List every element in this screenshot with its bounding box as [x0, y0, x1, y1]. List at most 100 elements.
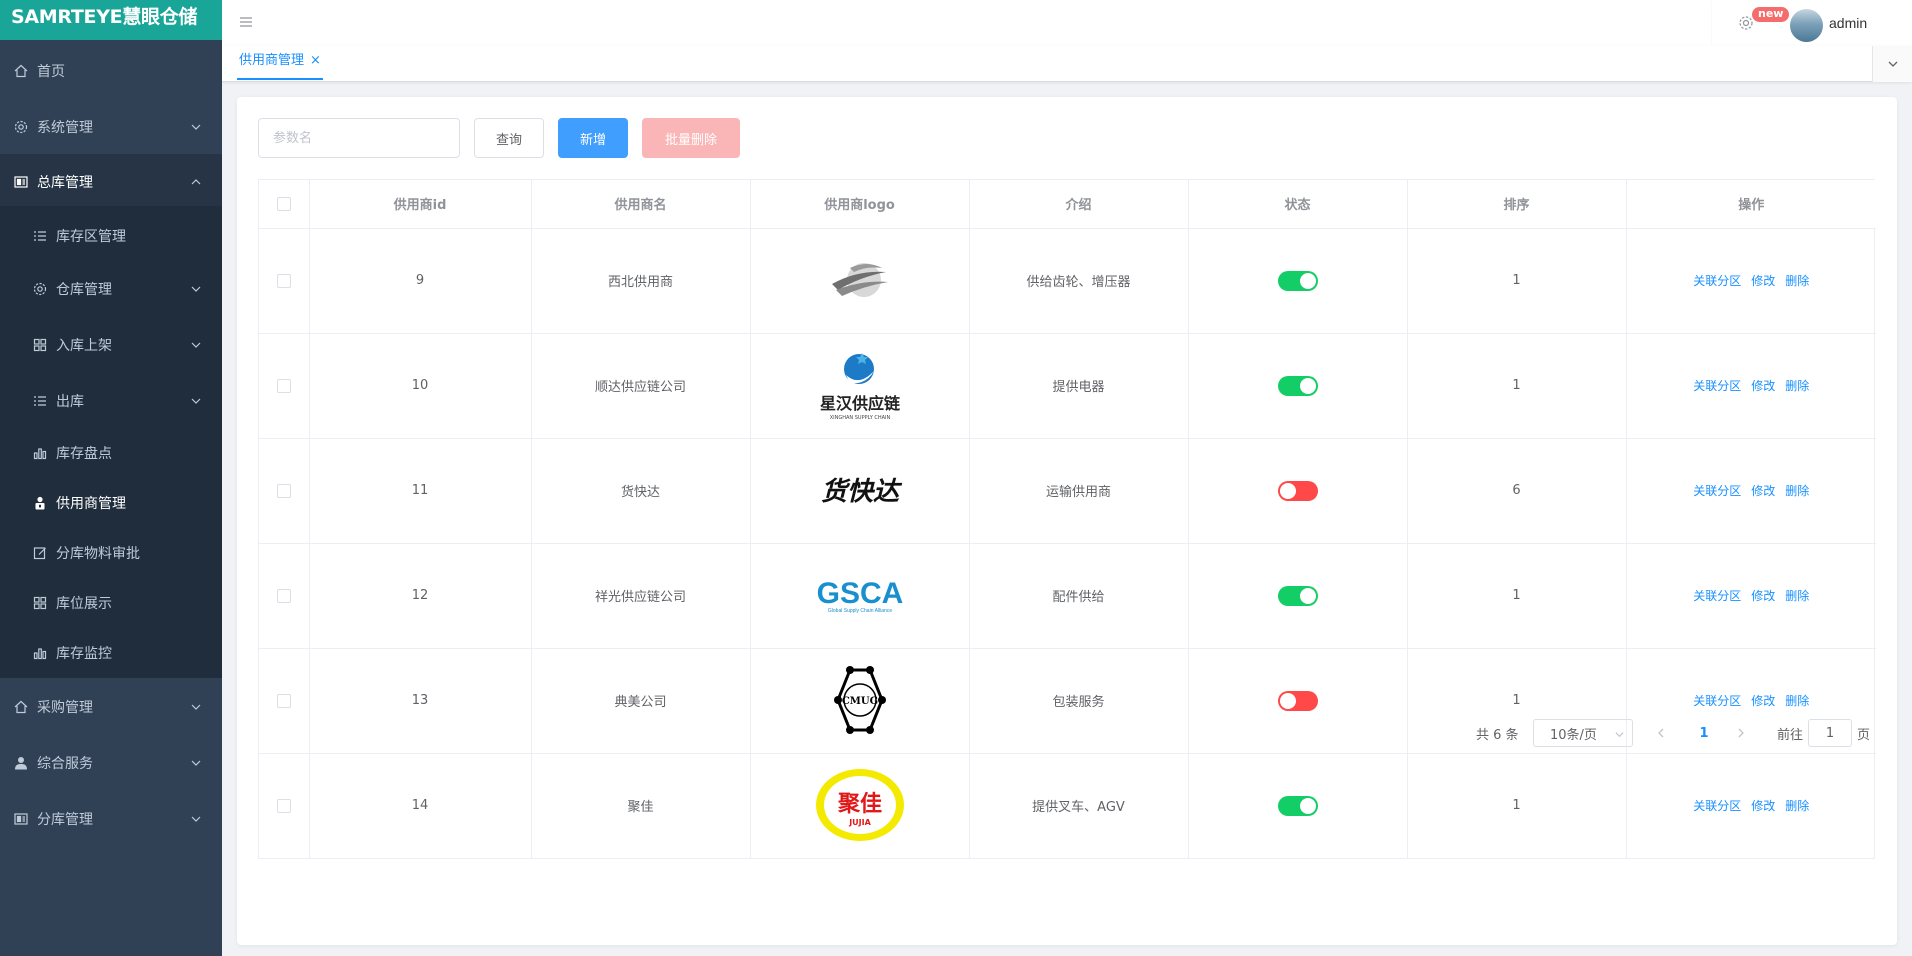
sidebar-item-inventory-check[interactable]: 库存盘点: [0, 428, 222, 478]
sidebar-item-material-approval[interactable]: 分库物料审批: [0, 528, 222, 578]
tab-supplier[interactable]: 供用商管理 ×: [237, 46, 323, 80]
column-header[interactable]: 排序: [1407, 180, 1627, 229]
row-checkbox[interactable]: [276, 693, 291, 708]
delete-link[interactable]: 删除: [1785, 274, 1809, 288]
batch-delete-button[interactable]: 批量删除: [642, 118, 740, 158]
row-checkbox[interactable]: [276, 588, 291, 603]
avatar[interactable]: [1790, 9, 1823, 42]
next-page-button[interactable]: [1729, 719, 1753, 747]
delete-link[interactable]: 删除: [1785, 484, 1809, 498]
sidebar-item-label: 库存区管理: [56, 229, 126, 245]
row-checkbox[interactable]: [276, 378, 291, 393]
select-all-checkbox[interactable]: [276, 196, 291, 211]
sidebar-item-inbound[interactable]: 入库上架: [0, 320, 222, 370]
chevron-down-icon: [191, 124, 201, 130]
column-header[interactable]: 供用商id: [309, 180, 532, 229]
supplier-sort: 6: [1407, 438, 1627, 544]
sidebar-item-stock-area[interactable]: 库存区管理: [0, 211, 222, 261]
edit-link[interactable]: 修改: [1751, 379, 1775, 393]
user-icon: [13, 755, 29, 771]
delete-link[interactable]: 删除: [1785, 379, 1809, 393]
page-number-current[interactable]: 1: [1689, 719, 1719, 747]
column-header[interactable]: 供用商名: [531, 180, 751, 229]
row-checkbox[interactable]: [276, 483, 291, 498]
query-button[interactable]: 查询: [474, 118, 544, 158]
table-row: 11 货快达 货快达 运输供用商 6 关联分区 修改 删除: [259, 438, 1876, 544]
status-switch-off[interactable]: [1277, 690, 1318, 711]
edit-link[interactable]: 修改: [1751, 484, 1775, 498]
chevron-down-icon: [191, 704, 201, 710]
prev-page-button[interactable]: [1649, 719, 1673, 747]
status-switch-on[interactable]: [1277, 795, 1318, 816]
select-all-cell: [259, 180, 310, 229]
username[interactable]: admin: [1829, 15, 1867, 31]
hamburger-icon[interactable]: [238, 14, 254, 30]
sidebar-item-label: 出库: [56, 394, 84, 410]
sidebar-item-home[interactable]: 首页: [0, 43, 222, 99]
link-zone-link[interactable]: 关联分区: [1693, 379, 1741, 393]
edit-link[interactable]: 修改: [1751, 274, 1775, 288]
home-icon: [13, 63, 29, 79]
supplier-sort: 1: [1407, 543, 1627, 649]
column-header[interactable]: 状态: [1188, 180, 1408, 229]
chevron-left-icon: [1658, 728, 1664, 738]
table-row: 13 典美公司 CMUG 包装服务 1 关联分区 修改 删除: [259, 648, 1876, 754]
tags-dropdown[interactable]: [1872, 46, 1912, 82]
delete-link[interactable]: 删除: [1785, 799, 1809, 813]
main-card: 查询 新增 批量删除 供用商id 供用商名 供用商logo 介绍 状态 排序 操…: [237, 97, 1897, 945]
supplier-id: 13: [309, 648, 532, 754]
supplier-id: 11: [309, 438, 532, 544]
delete-link[interactable]: 删除: [1785, 589, 1809, 603]
link-zone-link[interactable]: 关联分区: [1693, 484, 1741, 498]
row-checkbox[interactable]: [276, 798, 291, 813]
home-icon: [13, 699, 29, 715]
sidebar-item-system[interactable]: 系统管理: [0, 99, 222, 155]
status-switch-on[interactable]: [1277, 585, 1318, 606]
link-zone-link[interactable]: 关联分区: [1693, 799, 1741, 813]
sidebar-item-branch[interactable]: 分库管理: [0, 791, 222, 847]
page-size-select[interactable]: 10条/页: [1533, 719, 1633, 747]
search-input[interactable]: [258, 118, 460, 158]
sidebar-item-supplier[interactable]: 供用商管理: [0, 478, 222, 528]
sidebar-item-services[interactable]: 综合服务: [0, 735, 222, 791]
svg-text:XINGHAN SUPPLY CHAIN: XINGHAN SUPPLY CHAIN: [829, 415, 890, 421]
row-checkbox[interactable]: [276, 273, 291, 288]
supplier-id: 12: [309, 543, 532, 649]
sidebar-item-main-warehouse[interactable]: 总库管理: [0, 154, 222, 210]
sidebar-item-outbound[interactable]: 出库: [0, 376, 222, 426]
status-switch-on[interactable]: [1277, 270, 1318, 291]
svg-text:Global Supply Chain Alliance: Global Supply Chain Alliance: [827, 608, 891, 614]
add-button[interactable]: 新增: [558, 118, 628, 158]
svg-text:JUJIA: JUJIA: [848, 818, 871, 827]
user-lock-icon: [32, 495, 48, 511]
edit-link[interactable]: 修改: [1751, 589, 1775, 603]
supplier-table: 供用商id 供用商名 供用商logo 介绍 状态 排序 操作 9 西北供用商 供…: [258, 179, 1876, 859]
supplier-intro: 提供叉车、AGV: [969, 753, 1189, 858]
goto-page-input[interactable]: [1808, 719, 1853, 747]
svg-text:聚佳: 聚佳: [836, 792, 881, 817]
column-header[interactable]: 供用商logo: [750, 180, 970, 229]
edit-link[interactable]: 修改: [1751, 799, 1775, 813]
delete-link[interactable]: 删除: [1785, 694, 1809, 708]
sidebar-item-location-display[interactable]: 库位展示: [0, 578, 222, 628]
status-switch-on[interactable]: [1277, 375, 1318, 396]
edit-link[interactable]: 修改: [1751, 694, 1775, 708]
bar-chart-icon: [32, 645, 48, 661]
dashboard-icon: [13, 811, 29, 827]
link-zone-link[interactable]: 关联分区: [1693, 274, 1741, 288]
grid-icon: [32, 595, 48, 611]
column-header[interactable]: 介绍: [969, 180, 1189, 229]
link-zone-link[interactable]: 关联分区: [1693, 589, 1741, 603]
tab-label: 供用商管理: [239, 53, 305, 68]
column-header[interactable]: 操作: [1626, 180, 1876, 229]
sidebar-item-purchase[interactable]: 采购管理: [0, 679, 222, 735]
supplier-name: 顺达供应链公司: [531, 333, 751, 439]
chevron-down-icon: [1615, 732, 1624, 738]
link-zone-link[interactable]: 关联分区: [1693, 694, 1741, 708]
sidebar-item-warehouse[interactable]: 仓库管理: [0, 264, 222, 314]
cmug-logo: CMUG: [833, 665, 886, 734]
close-icon[interactable]: ×: [310, 53, 321, 68]
status-switch-off[interactable]: [1277, 480, 1318, 501]
sidebar-item-stock-monitor[interactable]: 库存监控: [0, 628, 222, 678]
app-logo-title[interactable]: SAMRTEYE慧眼仓储: [0, 0, 222, 40]
